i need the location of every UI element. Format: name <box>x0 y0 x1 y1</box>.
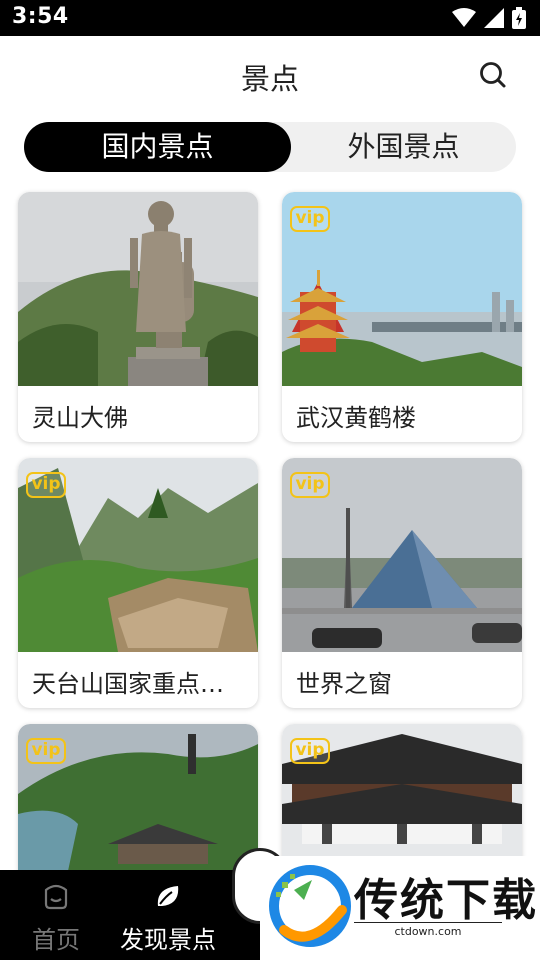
attraction-image: vip <box>282 458 522 652</box>
nav-home-label: 首页 <box>32 926 80 954</box>
vip-badge: vip <box>290 738 330 764</box>
vip-badge: vip <box>26 738 66 764</box>
leaf-icon <box>157 886 179 906</box>
attraction-image <box>18 192 258 386</box>
attraction-image: vip <box>18 458 258 652</box>
attraction-card[interactable]: vip 天台山国家重点风景名胜区 <box>18 458 258 708</box>
attraction-card[interactable]: 灵山大佛 <box>18 192 258 442</box>
attraction-name: 灵山大佛 <box>32 404 128 432</box>
attraction-name: 武汉黄鹤楼 <box>296 404 416 432</box>
watermark-logo <box>269 865 351 947</box>
attraction-name: 天台山国家重点风景名胜区 <box>32 670 242 698</box>
home-icon <box>44 884 68 910</box>
vip-badge: vip <box>290 206 330 232</box>
watermark-url: ctdown.com <box>354 922 502 938</box>
attraction-card[interactable]: vip 世界之窗 <box>282 458 522 708</box>
attraction-grid: 灵山大佛 vip 武汉黄鹤楼 vip 天台山国家重点风景 vip 世界之窗 vi… <box>0 0 540 960</box>
attraction-name: 世界之窗 <box>296 670 392 698</box>
watermark-title: 传统下载 <box>354 875 538 926</box>
vip-badge: vip <box>290 472 330 498</box>
attraction-card[interactable]: vip 武汉黄鹤楼 <box>282 192 522 442</box>
bottom-nav: 首页 发现景点 <box>0 870 260 960</box>
vip-badge: vip <box>26 472 66 498</box>
attraction-image: vip <box>282 192 522 386</box>
nav-home[interactable]: 首页 <box>18 870 94 960</box>
watermark: 传统下载 ctdown.com <box>260 856 540 960</box>
nav-discover-label: 发现景点 <box>120 926 216 954</box>
nav-discover[interactable]: 发现景点 <box>108 870 228 960</box>
